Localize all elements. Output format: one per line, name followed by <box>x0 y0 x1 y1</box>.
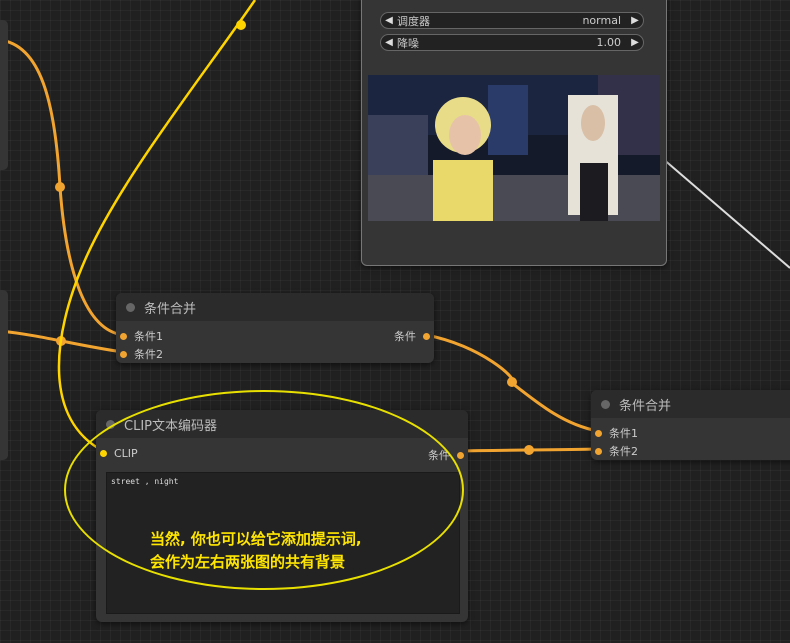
input-pin-icon[interactable] <box>120 350 127 358</box>
offscreen-node-edge[interactable] <box>0 290 8 460</box>
input-slot[interactable]: 条件1 <box>120 328 163 344</box>
wire-midpoint <box>507 377 517 387</box>
slot-label: 条件 <box>428 449 450 462</box>
output-slot[interactable]: 条件 <box>394 328 430 344</box>
offscreen-node-edge[interactable] <box>0 20 8 170</box>
widget-label: 调度器 <box>397 14 430 28</box>
arrow-right-icon[interactable]: ▶ <box>627 15 643 26</box>
annotation-line: 会作为左右两张图的共有背景 <box>150 553 346 571</box>
input-slot[interactable]: 条件2 <box>595 443 638 459</box>
input-slot[interactable]: 条件2 <box>120 346 163 362</box>
sampler-preview-node[interactable]: ◀ 调度器 normal ▶ ◀ 降噪 1.00 ▶ <box>361 0 667 266</box>
wire-midpoint <box>236 20 246 30</box>
clip-text-encoder-node[interactable]: CLIP文本编码器 CLIP 条件 street , night <box>96 410 468 622</box>
wire-midpoint <box>524 445 534 455</box>
input-pin-icon[interactable] <box>595 447 602 455</box>
slot-label: CLIP <box>114 447 138 460</box>
input-slot[interactable]: CLIP <box>100 447 138 460</box>
output-pin-icon[interactable] <box>423 332 430 340</box>
slot-label: 条件 <box>394 330 416 343</box>
scheduler-widget[interactable]: ◀ 调度器 normal ▶ <box>380 12 644 29</box>
input-pin-icon[interactable] <box>120 332 127 340</box>
collapse-dot-icon[interactable] <box>126 302 135 312</box>
collapse-dot-icon[interactable] <box>106 419 115 429</box>
widget-value: 1.00 <box>596 36 622 49</box>
conditioning-combine-node-2[interactable]: 条件合并 条件1 条件2 <box>591 390 790 460</box>
wire-midpoint <box>55 182 65 192</box>
input-pin-icon[interactable] <box>595 429 602 437</box>
preview-image <box>368 75 660 221</box>
node-title: 条件合并 <box>619 398 672 414</box>
slot-label: 条件1 <box>609 427 638 440</box>
annotation-text: 当然, 你也可以给它添加提示词, 会作为左右两张图的共有背景 <box>150 528 450 574</box>
widget-label: 降噪 <box>397 36 419 50</box>
output-slot[interactable]: 条件 <box>428 447 464 463</box>
denoise-widget[interactable]: ◀ 降噪 1.00 ▶ <box>380 34 644 51</box>
collapse-dot-icon[interactable] <box>601 399 610 409</box>
output-pin-icon[interactable] <box>457 451 464 459</box>
arrow-left-icon[interactable]: ◀ <box>381 15 397 26</box>
widget-value: normal <box>582 14 621 27</box>
slot-label: 条件2 <box>609 445 638 458</box>
slot-label: 条件1 <box>134 330 163 343</box>
clip-input-pin-icon[interactable] <box>100 450 107 457</box>
wire-clip <box>57 0 257 453</box>
node-title: CLIP文本编码器 <box>124 418 217 434</box>
arrow-right-icon[interactable]: ▶ <box>627 37 643 48</box>
arrow-left-icon[interactable]: ◀ <box>381 37 397 48</box>
node-title: 条件合并 <box>144 301 197 317</box>
input-slot[interactable]: 条件1 <box>595 425 638 441</box>
conditioning-combine-node[interactable]: 条件合并 条件1 条件2 条件 <box>116 293 434 363</box>
annotation-line: 当然, 你也可以给它添加提示词, <box>150 530 362 548</box>
slot-label: 条件2 <box>134 348 163 361</box>
wire-image-out <box>661 157 790 269</box>
